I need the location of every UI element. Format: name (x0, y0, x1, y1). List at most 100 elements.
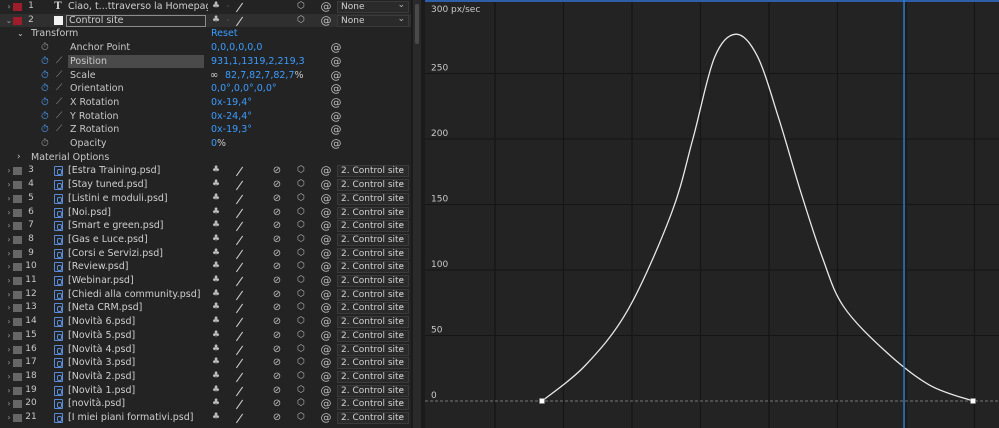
quality-switch-icon[interactable] (234, 372, 244, 382)
layer-row-10[interactable]: › 10 [Review.psd] ♣ ⊘ ⬡ @2. Control site (0, 260, 411, 274)
property-row[interactable]: ⏱ Anchor Point 0,0,0,0,0,0 @ (0, 41, 411, 55)
motion-blur-icon[interactable]: ⊘ (271, 288, 283, 302)
property-name[interactable]: Orientation (70, 82, 124, 96)
layer-row-12[interactable]: › 12 [Chiedi alla community.psd] ♣ ⊘ ⬡ @2. Con… (0, 288, 411, 302)
shy-switch-icon[interactable]: ♣ (210, 315, 222, 329)
motion-blur-icon[interactable]: ⊘ (271, 219, 283, 233)
layer-name[interactable]: [Smart e green.psd] (68, 219, 208, 233)
property-row[interactable]: ⏱ ⟋ Scale ∞ 82,7,82,7,82,7% @ (0, 69, 411, 83)
stopwatch-icon[interactable]: ⏱ (41, 110, 49, 124)
graph-toggle-icon[interactable]: ⟋ (56, 110, 62, 124)
collapse-chevron-icon[interactable]: ⌄ (17, 27, 24, 41)
property-value[interactable]: 82,7,82,7,82,7% (225, 69, 304, 83)
layer-row-4[interactable]: › 4 [Stay tuned.psd] ♣ ⊘ ⬡ @2. Control site (0, 178, 411, 192)
stopwatch-icon[interactable]: ⏱ (41, 123, 49, 137)
label-color-swatch[interactable] (13, 372, 22, 381)
shy-switch-icon[interactable]: ♣ (210, 274, 222, 288)
pick-whip-icon[interactable]: @ (320, 411, 332, 425)
quality-switch-icon[interactable] (234, 413, 244, 423)
parent-dropdown[interactable]: 2. Control site (337, 288, 409, 301)
motion-blur-icon[interactable]: ⊘ (271, 384, 283, 398)
fx-switch-icon[interactable]: · (223, 14, 233, 28)
parent-dropdown[interactable]: 2. Control site (337, 274, 409, 287)
quality-switch-icon[interactable] (234, 358, 244, 368)
label-color-swatch[interactable] (13, 277, 22, 285)
pick-whip-icon[interactable]: @ (320, 219, 332, 233)
property-row[interactable]: ⏱ ⟋ X Rotation 0x-19,4° @ (0, 96, 411, 110)
layer-name[interactable]: [Novità 1.psd] (68, 384, 208, 398)
pick-whip-icon[interactable]: @ (320, 274, 332, 288)
label-color-swatch[interactable] (13, 359, 22, 368)
pick-whip-icon[interactable]: @ (320, 247, 332, 261)
shy-switch-icon[interactable]: ♣ (210, 397, 222, 411)
3d-layer-icon[interactable]: ⬡ (295, 0, 307, 14)
layer-row-3[interactable]: › 3 [Estra Training.psd] ♣ ⊘ ⬡ @2. Control sit… (0, 164, 411, 178)
pick-whip-icon[interactable]: @ (320, 233, 332, 247)
shy-switch-icon[interactable]: ♣ (210, 384, 222, 398)
shy-switch-icon[interactable]: ♣ (210, 288, 222, 302)
shy-switch-icon[interactable]: ♣ (210, 206, 222, 220)
pick-whip-icon[interactable]: @ (320, 178, 332, 192)
property-value[interactable]: 0% (211, 137, 226, 151)
expression-pick-whip-icon[interactable]: @ (330, 82, 342, 96)
layer-row-20[interactable]: › 20 [novità.psd] ♣ ⊘ ⬡ @2. Control site (0, 397, 411, 411)
parent-dropdown[interactable]: 2. Control site (337, 192, 409, 205)
layer-name[interactable]: [Noi.psd] (68, 206, 208, 220)
shy-switch-icon[interactable]: ♣ (210, 329, 222, 343)
shy-switch-icon[interactable]: ♣ (210, 233, 222, 247)
parent-dropdown[interactable]: 2. Control site (337, 260, 409, 274)
shy-switch-icon[interactable]: ♣ (210, 343, 222, 357)
parent-dropdown[interactable]: 2. Control site (337, 397, 409, 411)
stopwatch-icon[interactable]: ⏱ (41, 82, 49, 96)
parent-dropdown[interactable]: 2. Control site (337, 370, 409, 383)
quality-switch-icon[interactable] (234, 290, 244, 300)
quality-switch-icon[interactable] (234, 345, 244, 355)
property-value[interactable]: 0x-19,4° (211, 96, 252, 110)
layer-row-1[interactable]: › 1 T Ciao, t...ttraverso la Homepage. ♣ · ⬡ @ N… (0, 0, 411, 14)
label-color-swatch[interactable] (13, 208, 22, 217)
property-name[interactable]: Opacity (70, 137, 107, 151)
expression-pick-whip-icon[interactable]: @ (330, 69, 342, 83)
expression-pick-whip-icon[interactable]: @ (330, 96, 342, 110)
parent-dropdown[interactable]: 2. Control site (337, 301, 409, 315)
label-color-swatch[interactable] (13, 304, 22, 313)
shy-switch-icon[interactable]: ♣ (210, 219, 222, 233)
layer-name[interactable]: [I miei piani formativi.psd] (68, 411, 208, 425)
shy-switch-icon[interactable]: ♣ (210, 260, 222, 274)
quality-switch-icon[interactable] (234, 166, 244, 176)
property-name[interactable]: Anchor Point (70, 41, 130, 55)
property-name[interactable]: Z Rotation (70, 123, 119, 137)
quality-switch-icon[interactable] (234, 208, 244, 218)
pick-whip-icon[interactable]: @ (320, 397, 332, 411)
property-value[interactable]: 0,0,0,0,0,0 (211, 41, 262, 55)
speed-graph[interactable]: 0 50 100 150 200 250 300 px/sec (425, 0, 999, 428)
motion-blur-icon[interactable]: ⊘ (271, 274, 283, 288)
3d-layer-icon[interactable]: ⬡ (295, 164, 307, 178)
layer-row-14[interactable]: › 14 [Novità 6.psd] ♣ ⊘ ⬡ @2. Control site (0, 315, 411, 329)
quality-switch-icon[interactable] (234, 16, 244, 26)
3d-layer-icon[interactable]: ⬡ (295, 260, 307, 274)
3d-layer-icon[interactable]: ⬡ (295, 192, 307, 206)
stopwatch-icon[interactable]: ⏱ (41, 137, 49, 151)
expression-pick-whip-icon[interactable]: @ (330, 137, 342, 151)
transform-group[interactable]: ⌄ Transform Reset (0, 27, 411, 41)
property-row[interactable]: ⏱ ⟋ Orientation 0,0°,0,0°,0,0° @ (0, 82, 411, 96)
parent-dropdown[interactable]: 2. Control site (337, 247, 409, 260)
layer-row-21[interactable]: › 21 [I miei piani formativi.psd] ♣ ⊘ ⬡ @2. Co… (0, 411, 411, 425)
parent-dropdown[interactable]: 2. Control site (337, 233, 409, 246)
layer-name[interactable]: [Stay tuned.psd] (68, 178, 208, 192)
label-color-swatch[interactable] (13, 400, 22, 409)
label-color-swatch[interactable] (13, 331, 22, 340)
layer-name[interactable]: [novità.psd] (68, 397, 208, 411)
reset-link[interactable]: Reset (211, 27, 238, 41)
layer-name[interactable]: Ciao, t...ttraverso la Homepage. (68, 0, 208, 14)
motion-blur-icon[interactable]: ⊘ (271, 301, 283, 315)
layer-row-2[interactable]: ⌄ 2 Control site ♣ · ⬡ @ None (0, 13, 411, 28)
property-row[interactable]: ⏱ ⟋ Y Rotation 0x-24,4° @ (0, 110, 411, 124)
quality-switch-icon[interactable] (234, 331, 244, 341)
motion-blur-icon[interactable]: ⊘ (271, 233, 283, 247)
layer-row-7[interactable]: › 7 [Smart e green.psd] ♣ ⊘ ⬡ @2. Control site (0, 219, 411, 233)
label-color-swatch[interactable] (13, 16, 22, 25)
parent-dropdown[interactable]: None (337, 14, 409, 27)
3d-layer-icon[interactable]: ⬡ (295, 247, 307, 261)
